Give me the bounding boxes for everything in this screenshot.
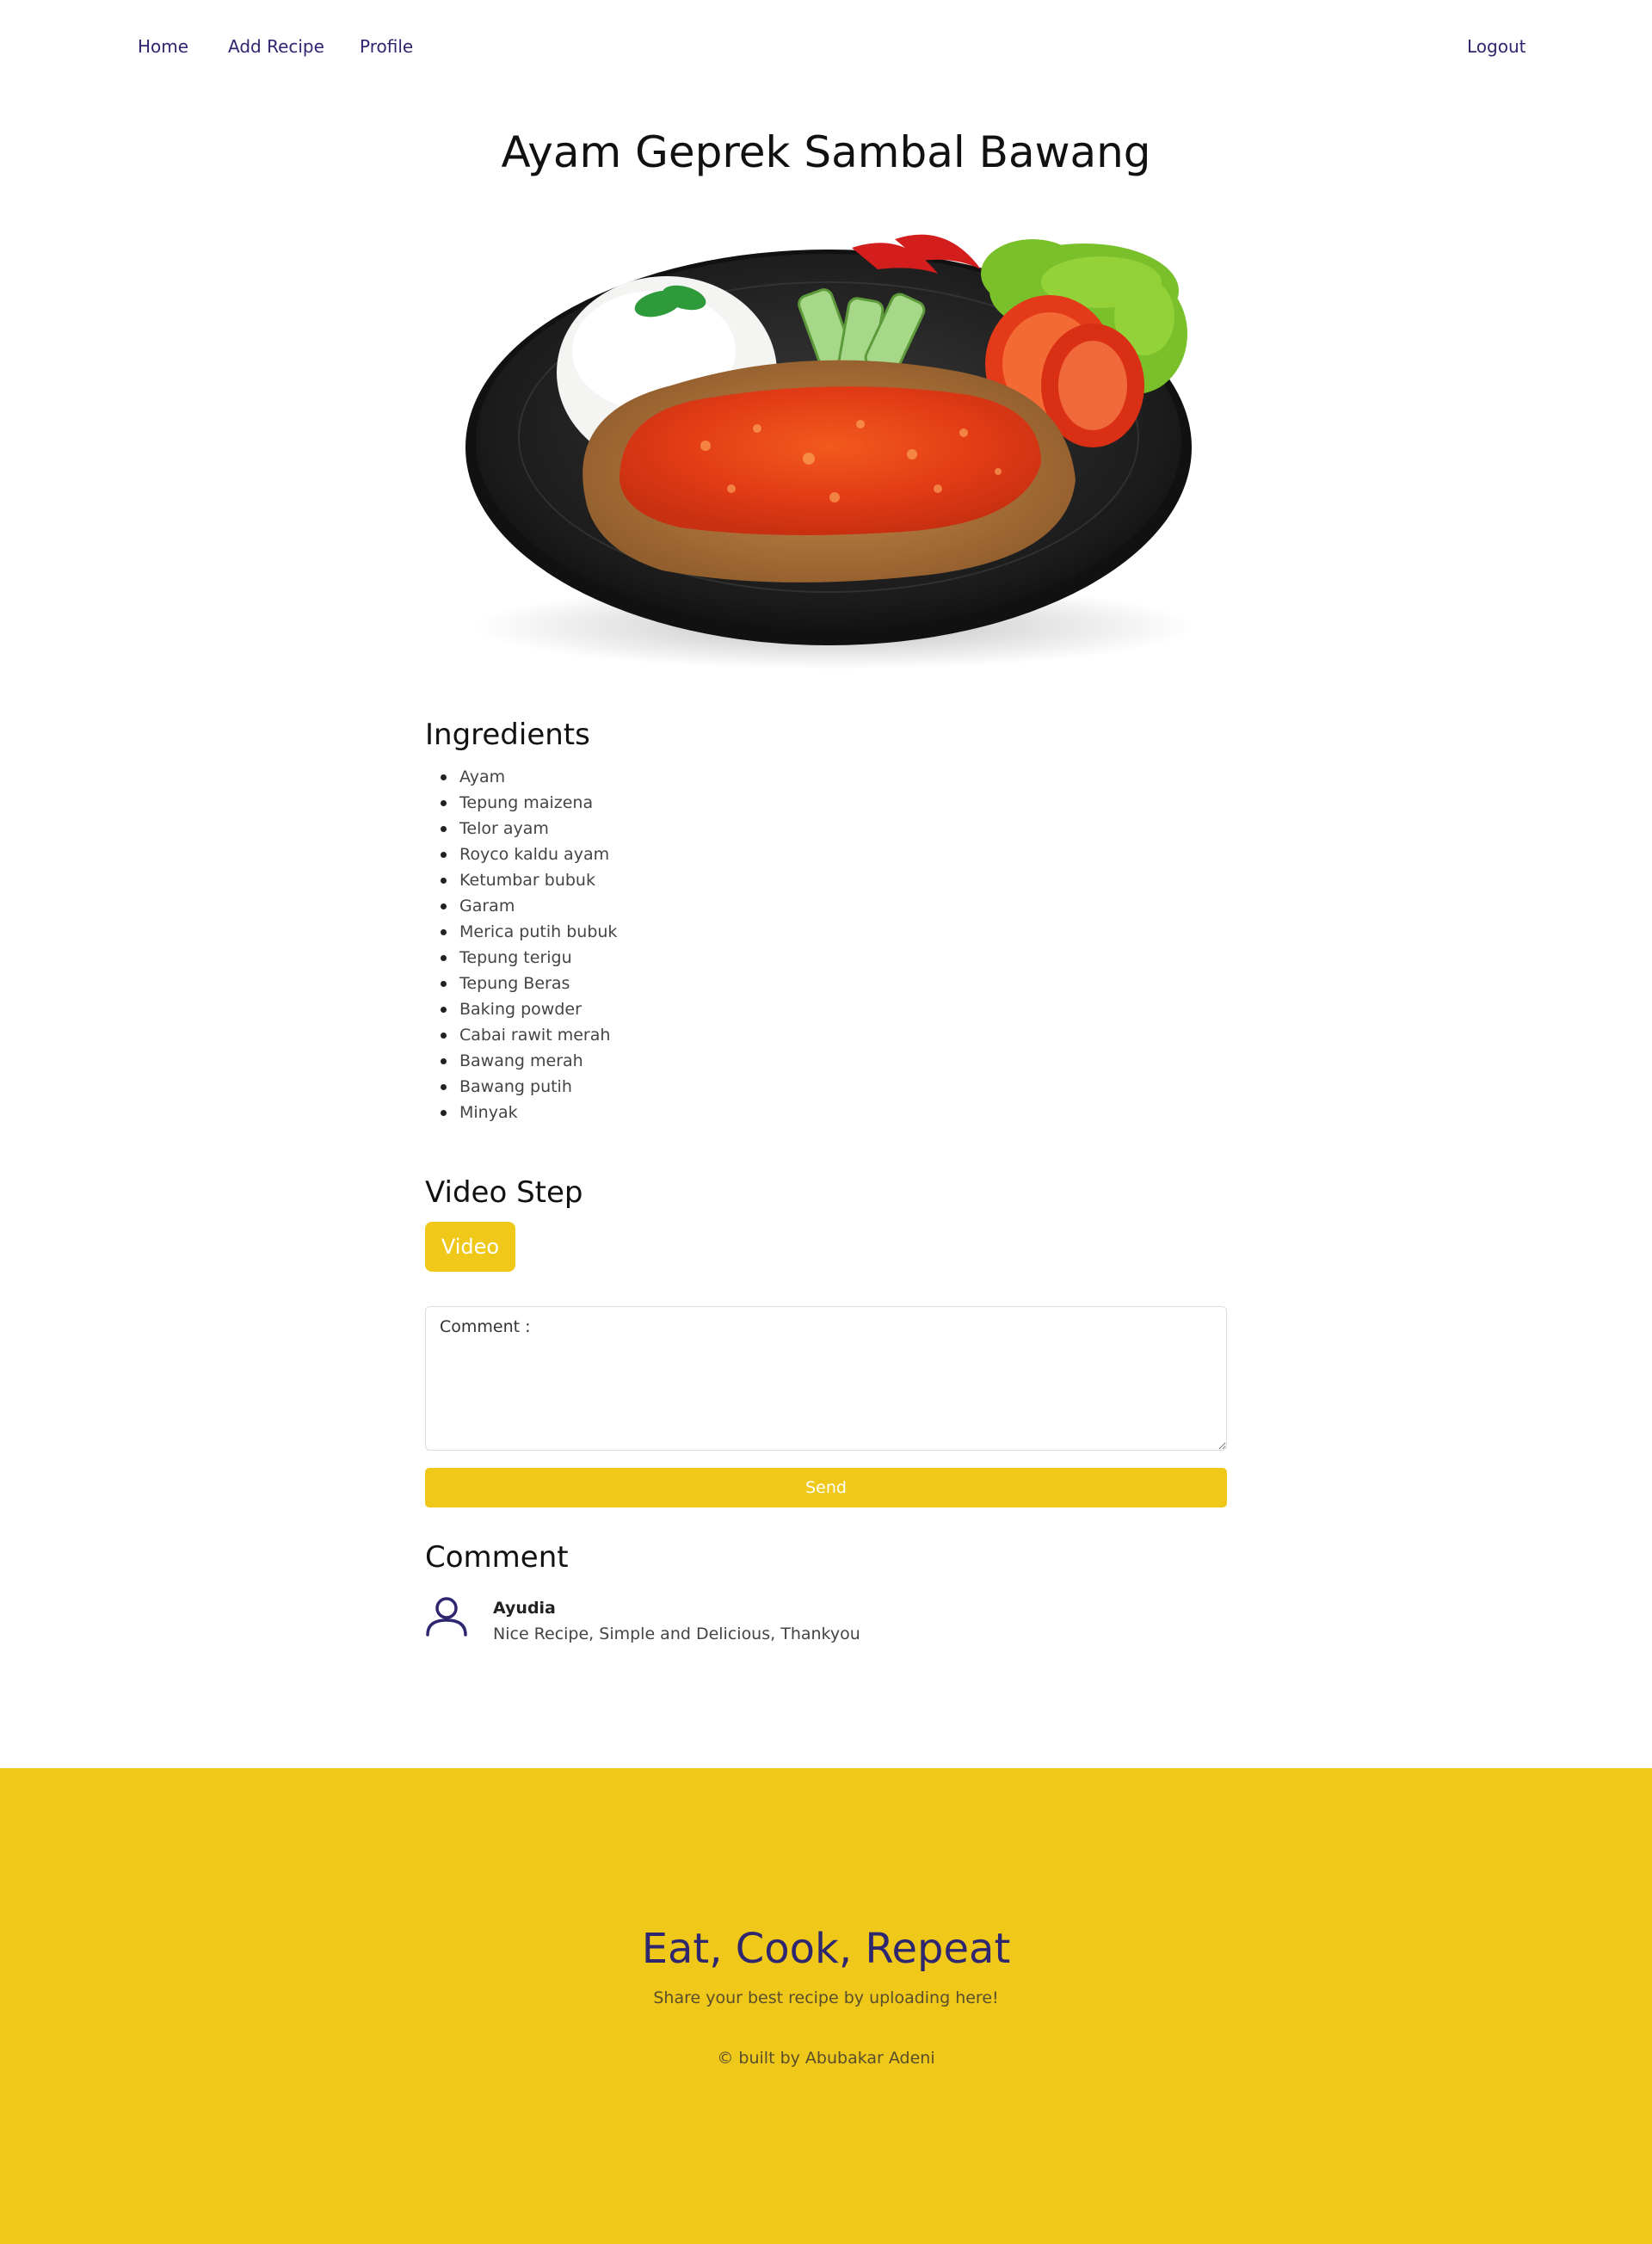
list-item: Minyak xyxy=(440,1100,617,1125)
list-item: Garam xyxy=(440,893,617,919)
comment-text: Nice Recipe, Simple and Delicious, Thank… xyxy=(493,1624,860,1643)
ingredients-heading: Ingredients xyxy=(425,718,590,752)
nav-home-link[interactable]: Home xyxy=(138,36,188,57)
list-item: Bawang merah xyxy=(440,1048,617,1074)
list-item: Baking powder xyxy=(440,996,617,1022)
ingredients-list: Ayam Tepung maizena Telor ayam Royco kal… xyxy=(440,764,617,1125)
footer-copyright: © built by Abubakar Adeni xyxy=(717,2049,935,2068)
user-icon xyxy=(426,1597,467,1637)
list-item: Royco kaldu ayam xyxy=(440,842,617,867)
video-button[interactable]: Video xyxy=(425,1222,515,1272)
nav-logout-link[interactable]: Logout xyxy=(1467,36,1526,57)
comment-heading: Comment xyxy=(425,1540,569,1575)
comment-textarea[interactable] xyxy=(425,1306,1227,1451)
recipe-image xyxy=(465,234,1196,669)
footer: Eat, Cook, Repeat Share your best recipe… xyxy=(0,1768,1652,2244)
nav-profile-link[interactable]: Profile xyxy=(360,36,413,57)
top-nav: Home Add Recipe Profile Logout xyxy=(0,0,1652,96)
comment-author: Ayudia xyxy=(493,1599,556,1618)
list-item: Ketumbar bubuk xyxy=(440,867,617,893)
send-button[interactable]: Send xyxy=(425,1468,1227,1507)
recipe-title: Ayam Geprek Sambal Bawang xyxy=(501,127,1151,177)
list-item: Bawang putih xyxy=(440,1074,617,1100)
nav-add-recipe-link[interactable]: Add Recipe xyxy=(228,36,324,57)
list-item: Tepung Beras xyxy=(440,971,617,996)
list-item: Tepung maizena xyxy=(440,790,617,816)
list-item: Tepung terigu xyxy=(440,945,617,971)
footer-subtitle: Share your best recipe by uploading here… xyxy=(653,1988,999,2007)
list-item: Merica putih bubuk xyxy=(440,919,617,945)
list-item: Cabai rawit merah xyxy=(440,1022,617,1048)
video-step-heading: Video Step xyxy=(425,1175,583,1210)
list-item: Ayam xyxy=(440,764,617,790)
list-item: Telor ayam xyxy=(440,816,617,842)
footer-title: Eat, Cook, Repeat xyxy=(641,1925,1011,1973)
